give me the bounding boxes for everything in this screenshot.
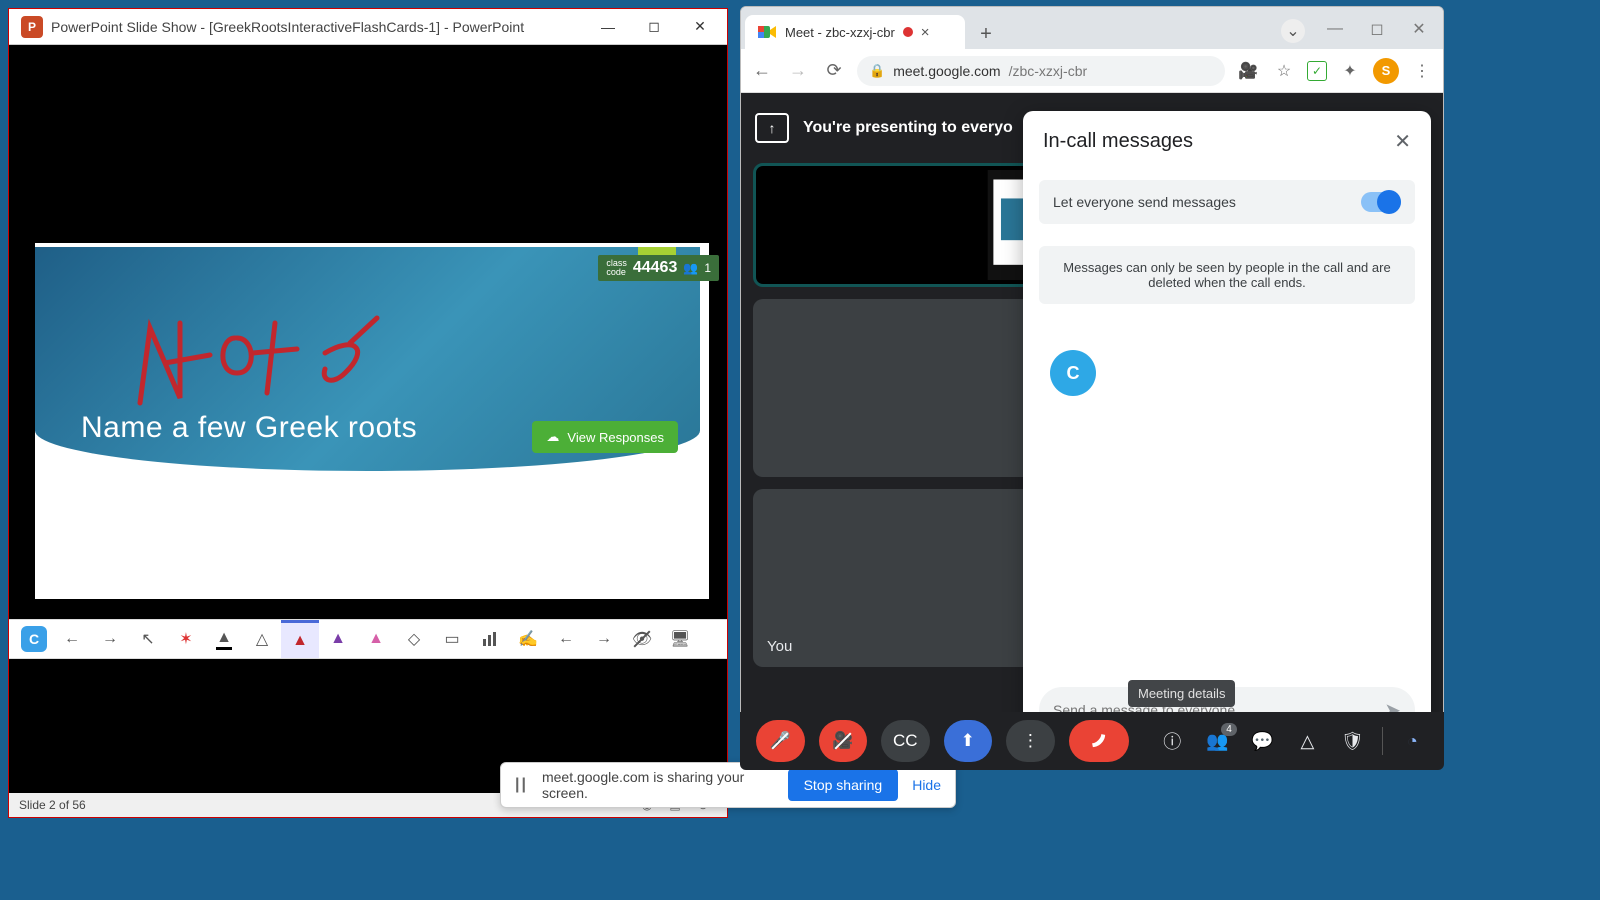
info-icon[interactable]: ⓘ (1157, 728, 1188, 754)
chat-toggle-switch[interactable] (1361, 192, 1401, 212)
chrome-minimize-button[interactable]: — (1315, 15, 1355, 43)
reload-button[interactable]: ⟳ (821, 60, 847, 81)
redo-arrow-button[interactable]: → (585, 620, 623, 658)
pen-outline-tool[interactable]: △ (243, 620, 281, 658)
tab-strip: Meet - zbc-xzxj-cbr × + ⌄ — ◻ ✕ (741, 7, 1443, 49)
blank-slide-tool[interactable]: ▭ (433, 620, 471, 658)
pen-purple-tool[interactable]: ▲ (319, 620, 357, 658)
slide[interactable]: Name a few Greek roots ☁ View Responses (35, 243, 709, 599)
profile-avatar[interactable]: S (1373, 58, 1399, 84)
pen-pink-tool[interactable]: ▲ (357, 620, 395, 658)
url-path: /zbc-xzxj-cbr (1009, 63, 1088, 79)
toolbar: ← → ⟳ 🔒 meet.google.com/zbc-xzxj-cbr 🎥 ☆… (741, 49, 1443, 93)
present-icon: ↑ (755, 113, 789, 143)
slide-area: Name a few Greek roots ☁ View Responses … (9, 45, 727, 817)
draw-tool[interactable]: ✍ (509, 620, 547, 658)
chat-toggle-row: Let everyone send messages (1039, 180, 1415, 224)
chat-close-icon[interactable]: ✕ (1394, 129, 1411, 154)
tab-close-icon[interactable]: × (921, 24, 930, 41)
participant-count: 1 (704, 261, 711, 275)
url-host: meet.google.com (893, 63, 1000, 79)
tab-search-button[interactable]: ⌄ (1281, 19, 1305, 43)
eraser-tool[interactable]: ◇ (395, 620, 433, 658)
address-bar[interactable]: 🔒 meet.google.com/zbc-xzxj-cbr (857, 56, 1225, 86)
view-responses-button[interactable]: ☁ View Responses (532, 421, 678, 453)
pointer-tool[interactable]: ↖ (129, 620, 167, 658)
cloud-icon: ☁ (546, 429, 559, 445)
tooltip-meeting-details: Meeting details (1128, 680, 1235, 707)
chat-panel: In-call messages ✕ Let everyone send mes… (1023, 111, 1431, 751)
pause-icon[interactable]: || (515, 776, 528, 794)
presenting-text: You're presenting to everyo (803, 119, 1013, 137)
powerpoint-icon: P (21, 16, 43, 38)
slide-question: Name a few Greek roots (81, 411, 417, 445)
meet-icon (757, 22, 777, 42)
extension-green-icon[interactable]: ✓ (1307, 61, 1327, 81)
minimize-button[interactable]: — (585, 12, 631, 42)
clock-icon[interactable]: ◔ (1397, 731, 1428, 752)
view-responses-label: View Responses (567, 430, 664, 445)
laser-tool[interactable]: ✶ (167, 620, 205, 658)
recording-icon (903, 27, 913, 37)
classpoint-icon[interactable]: C (15, 620, 53, 658)
poll-tool[interactable] (471, 620, 509, 658)
extensions-icon[interactable]: ✦ (1337, 58, 1363, 84)
mic-button[interactable]: 🎤 (756, 720, 805, 762)
pen-red-tool[interactable]: ▲ (281, 620, 319, 658)
titlebar: P PowerPoint Slide Show - [GreekRootsInt… (9, 9, 727, 45)
chrome-close-button[interactable]: ✕ (1399, 15, 1439, 43)
pen-black-tool[interactable]: ▲ (205, 620, 243, 658)
window-title: PowerPoint Slide Show - [GreekRootsInter… (51, 19, 585, 35)
screen-tool[interactable]: 🖥 (661, 620, 699, 658)
chrome-window: Meet - zbc-xzxj-cbr × + ⌄ — ◻ ✕ ← → ⟳ 🔒 … (740, 6, 1444, 766)
slide-counter: Slide 2 of 56 (19, 798, 86, 812)
more-button[interactable]: ⋮ (1006, 720, 1055, 762)
tab-title: Meet - zbc-xzxj-cbr (785, 25, 895, 40)
forward-button[interactable]: → (785, 60, 811, 81)
chat-title: In-call messages (1043, 130, 1193, 153)
chrome-menu-icon[interactable]: ⋮ (1409, 58, 1435, 84)
star-icon[interactable]: ☆ (1271, 58, 1297, 84)
class-code-label: class code (606, 259, 627, 277)
prev-arrow-button[interactable]: ← (53, 620, 91, 658)
powerpoint-window: P PowerPoint Slide Show - [GreekRootsInt… (8, 8, 728, 818)
back-button[interactable]: ← (749, 60, 775, 81)
chat-toggle-label: Let everyone send messages (1053, 194, 1236, 210)
people-icon[interactable]: 👥4 (1202, 731, 1233, 752)
class-code-badge: class code 44463 👥 1 (598, 255, 719, 281)
hangup-button[interactable] (1069, 720, 1129, 762)
meet-content: ↑ You're presenting to everyo C (741, 93, 1443, 765)
you-label: You (767, 638, 792, 655)
next-arrow-button[interactable]: → (91, 620, 129, 658)
undo-arrow-button[interactable]: ← (547, 620, 585, 658)
chat-icon[interactable]: 💬 (1247, 731, 1278, 752)
new-tab-button[interactable]: + (971, 19, 1001, 49)
lock-icon: 🔒 (869, 63, 885, 79)
activities-icon[interactable]: △ (1292, 731, 1323, 752)
stop-sharing-button[interactable]: Stop sharing (788, 769, 899, 801)
ink-annotation (125, 283, 385, 423)
annotation-toolbar: C ← → ↖ ✶ ▲ △ ▲ ▲ ▲ ◇ ▭ ✍ ← → 👁 🖥 (9, 619, 727, 659)
people-icon: 👥 (683, 261, 698, 275)
camera-icon[interactable]: 🎥 (1235, 58, 1261, 84)
meet-control-bar: 🎤 🎥 CC ⬆ ⋮ ⓘ 👥4 💬 △ 🛡 ◔ (740, 712, 1444, 770)
camera-button[interactable]: 🎥 (819, 720, 868, 762)
chat-header: In-call messages ✕ (1023, 111, 1431, 172)
close-button[interactable]: ✕ (677, 12, 723, 42)
maximize-button[interactable]: ◻ (631, 12, 677, 42)
hide-button[interactable]: Hide (912, 777, 941, 793)
chat-info-note: Messages can only be seen by people in t… (1039, 246, 1415, 304)
class-code: 44463 (633, 259, 678, 277)
hide-tool[interactable]: 👁 (623, 620, 661, 658)
avatar-1: C (1050, 350, 1096, 396)
people-count-badge: 4 (1221, 723, 1237, 736)
present-button[interactable]: ⬆ (944, 720, 993, 762)
share-text: meet.google.com is sharing your screen. (542, 769, 774, 801)
captions-button[interactable]: CC (881, 720, 930, 762)
host-controls-icon[interactable]: 🛡 (1337, 731, 1368, 752)
chrome-maximize-button[interactable]: ◻ (1357, 15, 1397, 43)
tab-meet[interactable]: Meet - zbc-xzxj-cbr × (745, 15, 965, 49)
